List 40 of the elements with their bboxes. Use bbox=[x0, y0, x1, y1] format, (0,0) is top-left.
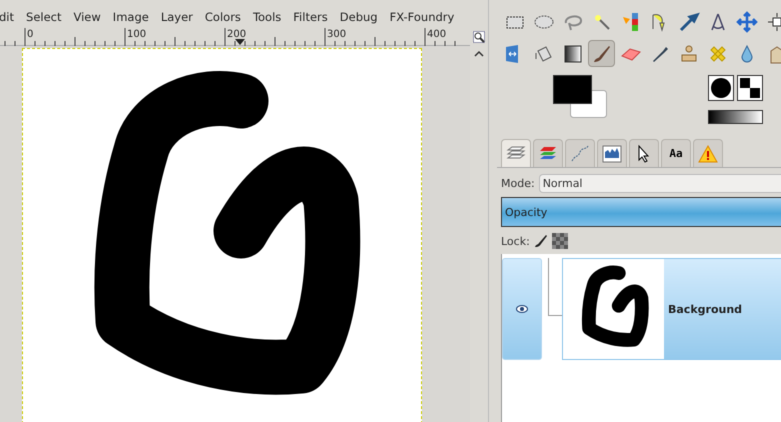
menu-item[interactable]: FX-Foundry bbox=[390, 10, 454, 24]
ruler-label: 400 bbox=[426, 29, 446, 40]
pointer-marker-icon bbox=[235, 39, 245, 45]
scroll-up-icon[interactable] bbox=[474, 50, 484, 57]
lock-label: Lock: bbox=[501, 234, 530, 248]
gradient-preview[interactable] bbox=[708, 110, 763, 124]
menu-item[interactable]: Select bbox=[26, 10, 62, 24]
warning-icon bbox=[698, 144, 718, 164]
histogram-icon bbox=[602, 144, 622, 164]
layer-row[interactable]: Background bbox=[562, 258, 781, 360]
visibility-toggle[interactable] bbox=[502, 258, 542, 360]
dock-tab[interactable] bbox=[629, 139, 659, 167]
paintbrush-icon[interactable] bbox=[534, 234, 548, 248]
checkerboard-icon[interactable] bbox=[552, 233, 568, 249]
opacity-slider[interactable]: Opacity bbox=[501, 197, 781, 227]
menu-item[interactable]: Colors bbox=[204, 10, 241, 24]
menu-item[interactable]: View bbox=[74, 10, 101, 24]
ruler-label: 0 bbox=[26, 29, 34, 40]
menu-item[interactable]: Tools bbox=[252, 10, 282, 24]
pattern-preview[interactable] bbox=[737, 75, 763, 101]
mode-label: Mode: bbox=[501, 177, 535, 190]
menu-item[interactable]: Layer bbox=[160, 10, 193, 24]
menu-item[interactable]: Image bbox=[112, 10, 149, 24]
zoom-icon[interactable] bbox=[473, 31, 485, 43]
image-canvas[interactable] bbox=[22, 48, 422, 422]
mode-dropdown[interactable]: Normal bbox=[538, 174, 781, 193]
ruler-label: 200 bbox=[226, 29, 246, 40]
gradient-icon bbox=[562, 42, 584, 64]
ruler-label: 100 bbox=[126, 29, 146, 40]
ruler-label: 300 bbox=[326, 29, 346, 40]
menu-item[interactable]: dit bbox=[0, 10, 14, 24]
menu-item[interactable]: Debug bbox=[340, 10, 378, 24]
move-icon bbox=[736, 10, 758, 32]
menu-item[interactable]: Filters bbox=[293, 10, 328, 24]
picker-icon bbox=[678, 10, 700, 32]
color-swatches-drawing[interactable] bbox=[553, 75, 609, 119]
eye-icon bbox=[516, 305, 528, 313]
fonts-tab[interactable]: Aa bbox=[661, 139, 691, 167]
tree-connector-line bbox=[548, 258, 562, 316]
brush-preview[interactable] bbox=[708, 75, 734, 101]
